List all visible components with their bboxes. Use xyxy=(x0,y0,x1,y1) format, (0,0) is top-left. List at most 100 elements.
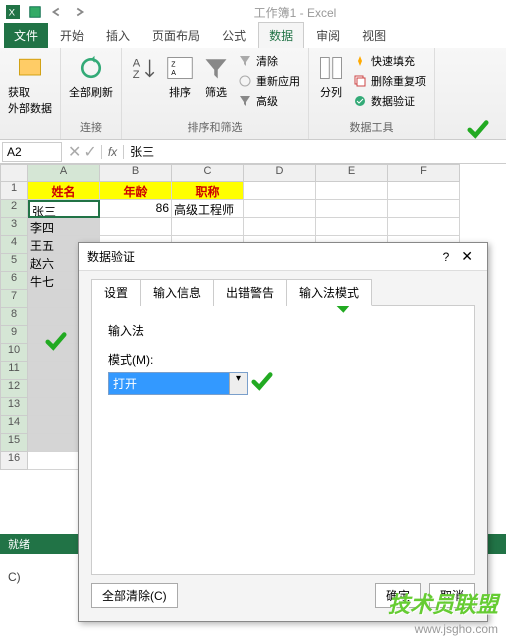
name-box[interactable] xyxy=(2,142,62,162)
watermark-text: 技术员联盟 xyxy=(388,587,498,619)
reapply-button[interactable]: 重新应用 xyxy=(236,72,302,90)
group-data-tools-label: 数据工具 xyxy=(315,119,428,135)
chevron-down-icon[interactable]: ▾ xyxy=(229,373,247,394)
row-header[interactable]: 6 xyxy=(0,272,28,290)
cell[interactable]: 姓名 xyxy=(28,182,100,200)
row-header[interactable]: 9 xyxy=(0,326,28,344)
cell-active[interactable]: 张三 xyxy=(28,200,100,218)
col-header-e[interactable]: E xyxy=(316,164,388,182)
fx-icon[interactable]: fx xyxy=(101,145,124,159)
dialog-tabs: 设置 输入信息 出错警告 输入法模式 xyxy=(79,271,487,306)
row-header[interactable]: 14 xyxy=(0,416,28,434)
redo-icon[interactable] xyxy=(70,3,88,21)
filter-button[interactable]: 筛选 xyxy=(200,52,232,110)
tab-formulas[interactable]: 公式 xyxy=(212,23,256,48)
tab-insert[interactable]: 插入 xyxy=(96,23,140,48)
cell[interactable]: 86 xyxy=(100,200,172,218)
sort-button[interactable]: ZA排序 xyxy=(164,52,196,110)
dialog-titlebar: 数据验证 ? ✕ xyxy=(79,243,487,271)
data-validation-dialog: 数据验证 ? ✕ 设置 输入信息 出错警告 输入法模式 输入法 模式(M): 打… xyxy=(78,242,488,622)
clear-all-button[interactable]: 全部清除(C) xyxy=(91,583,178,608)
sort-asc-button[interactable]: AZ xyxy=(128,52,160,110)
clear-filter-button[interactable]: 清除 xyxy=(236,52,302,70)
tab-view[interactable]: 视图 xyxy=(352,23,396,48)
titlebar: X 工作簿1 - Excel xyxy=(0,0,506,24)
cell[interactable] xyxy=(316,182,388,200)
row-header[interactable]: 11 xyxy=(0,362,28,380)
cell[interactable]: 职称 xyxy=(172,182,244,200)
cancel-icon[interactable]: ✕ xyxy=(68,142,81,162)
row-header[interactable]: 3 xyxy=(0,218,28,236)
check-icon xyxy=(464,118,492,140)
col-header-c[interactable]: C xyxy=(172,164,244,182)
advanced-filter-button[interactable]: 高级 xyxy=(236,92,302,110)
row-header[interactable]: 15 xyxy=(0,434,28,452)
dialog-tab-error-alert[interactable]: 出错警告 xyxy=(214,279,287,306)
refresh-all-button[interactable]: 全部刷新 xyxy=(67,52,115,102)
cell[interactable] xyxy=(244,218,316,236)
select-all-corner[interactable] xyxy=(0,164,28,182)
group-data-tools: 分列 快速填充 删除重复项 数据验证 数据工具 xyxy=(309,48,435,139)
mode-label: 模式(M): xyxy=(108,351,458,368)
col-header-f[interactable]: F xyxy=(388,164,460,182)
remove-duplicates-button[interactable]: 删除重复项 xyxy=(351,72,428,90)
cell[interactable]: 李四 xyxy=(28,218,100,236)
row-header[interactable]: 13 xyxy=(0,398,28,416)
col-header-d[interactable]: D xyxy=(244,164,316,182)
row-header[interactable]: 1 xyxy=(0,182,28,200)
tab-review[interactable]: 审阅 xyxy=(306,23,350,48)
dialog-tab-ime-mode[interactable]: 输入法模式 xyxy=(287,279,372,306)
cell[interactable] xyxy=(388,182,460,200)
ribbon: 获取 外部数据 全部刷新 连接 AZ ZA排序 筛选 清除 重新应用 高级 排序… xyxy=(0,48,506,140)
text-to-columns-button[interactable]: 分列 xyxy=(315,52,347,110)
flash-fill-button[interactable]: 快速填充 xyxy=(351,52,428,70)
tab-data[interactable]: 数据 xyxy=(258,22,304,48)
tab-home[interactable]: 开始 xyxy=(50,23,94,48)
cell[interactable] xyxy=(100,218,172,236)
save-icon[interactable] xyxy=(26,3,44,21)
group-sort-filter-label: 排序和筛选 xyxy=(128,119,302,135)
dialog-section-title: 输入法 xyxy=(108,322,458,339)
tab-page-layout[interactable]: 页面布局 xyxy=(142,23,210,48)
cell[interactable] xyxy=(388,200,460,218)
cell[interactable] xyxy=(316,218,388,236)
excel-icon[interactable]: X xyxy=(4,3,22,21)
window-title: 工作簿1 - Excel xyxy=(88,4,502,21)
refresh-all-label: 全部刷新 xyxy=(69,84,113,100)
cell[interactable]: 年龄 xyxy=(100,182,172,200)
data-validation-button[interactable]: 数据验证 xyxy=(351,92,428,110)
row-header[interactable]: 2 xyxy=(0,200,28,218)
row-header[interactable]: 8 xyxy=(0,308,28,326)
group-external-data: 获取 外部数据 xyxy=(0,48,61,139)
undo-icon[interactable] xyxy=(48,3,66,21)
quick-access-toolbar: X xyxy=(4,3,88,21)
row-header[interactable]: 4 xyxy=(0,236,28,254)
col-header-a[interactable]: A xyxy=(28,164,100,182)
get-external-data-button[interactable]: 获取 外部数据 xyxy=(6,52,54,118)
dialog-tab-settings[interactable]: 设置 xyxy=(91,279,141,306)
caption-text: C) xyxy=(8,570,21,584)
text-to-columns-label: 分列 xyxy=(320,84,342,100)
dialog-help-button[interactable]: ? xyxy=(437,250,456,264)
cell[interactable] xyxy=(244,182,316,200)
tab-file[interactable]: 文件 xyxy=(4,23,48,48)
get-external-data-label: 获取 外部数据 xyxy=(8,84,52,116)
cell[interactable] xyxy=(388,218,460,236)
row-header[interactable]: 16 xyxy=(0,452,28,470)
cell[interactable] xyxy=(244,200,316,218)
row-header[interactable]: 5 xyxy=(0,254,28,272)
dialog-close-button[interactable]: ✕ xyxy=(455,248,479,265)
formula-input[interactable]: 张三 xyxy=(124,141,506,162)
dialog-body: 输入法 模式(M): 打开 ▾ xyxy=(91,305,475,575)
cell[interactable] xyxy=(172,218,244,236)
dialog-tab-input-message[interactable]: 输入信息 xyxy=(141,279,214,306)
filter-label: 筛选 xyxy=(205,84,227,100)
enter-icon[interactable]: ✓ xyxy=(83,142,96,162)
col-header-b[interactable]: B xyxy=(100,164,172,182)
cell[interactable] xyxy=(316,200,388,218)
mode-select[interactable]: 打开 ▾ xyxy=(108,372,248,395)
row-header[interactable]: 12 xyxy=(0,380,28,398)
row-header[interactable]: 7 xyxy=(0,290,28,308)
row-header[interactable]: 10 xyxy=(0,344,28,362)
cell[interactable]: 高级工程师 xyxy=(172,200,244,218)
